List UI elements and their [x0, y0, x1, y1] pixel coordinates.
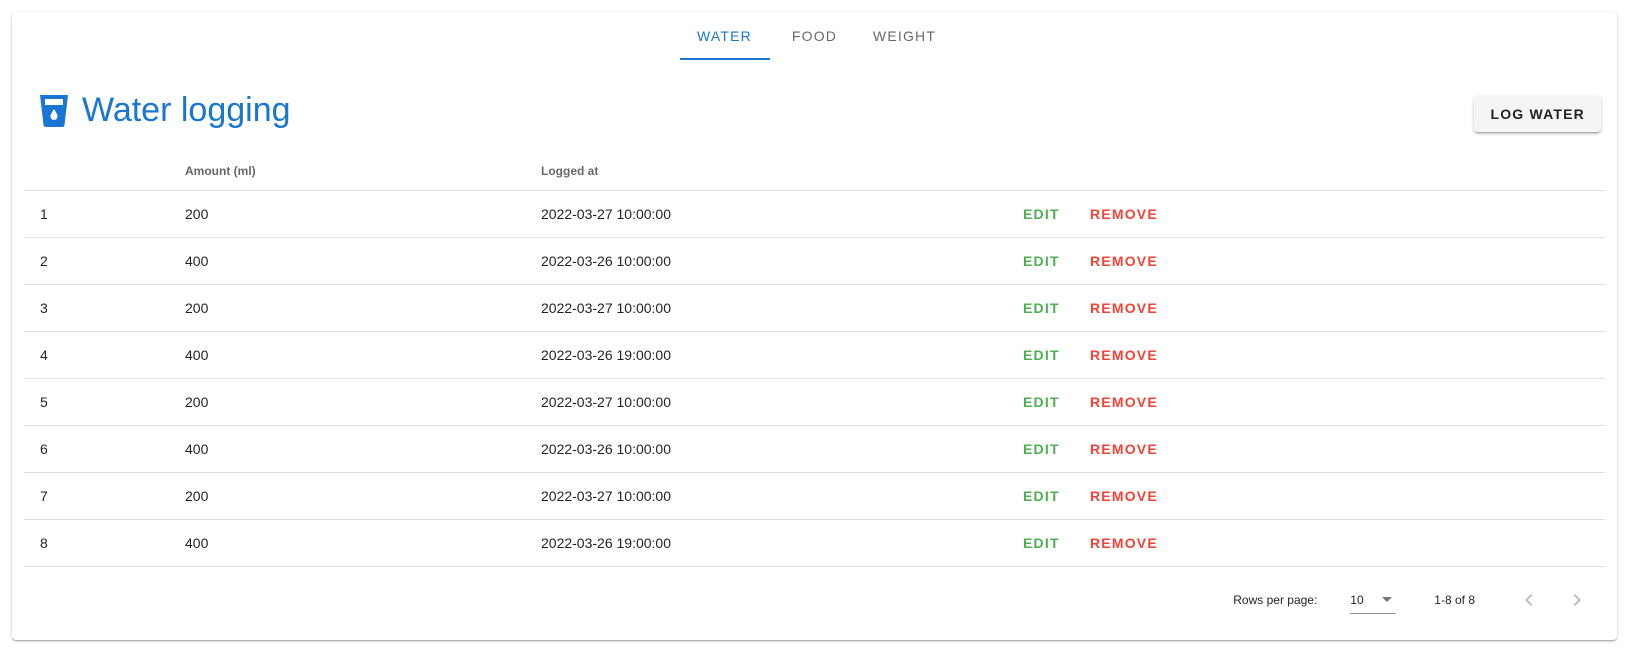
row-index: 3 — [40, 300, 48, 316]
previous-page-button[interactable] — [1505, 580, 1553, 620]
remove-button[interactable]: REMOVE — [1090, 206, 1158, 222]
page-range: 1-8 of 8 — [1434, 593, 1475, 607]
rows-per-page-label: Rows per page: — [1233, 593, 1318, 607]
edit-button[interactable]: EDIT — [1023, 535, 1090, 551]
row-index: 4 — [40, 347, 48, 363]
edit-button[interactable]: EDIT — [1023, 300, 1090, 316]
row-actions: EDIT REMOVE — [1023, 206, 1158, 222]
edit-button[interactable]: EDIT — [1023, 206, 1090, 222]
table-header-row: Amount (ml) Logged at — [24, 152, 1605, 191]
row-index: 8 — [40, 535, 48, 551]
table-row: 3 200 2022-03-27 10:00:00 EDIT REMOVE — [24, 285, 1605, 332]
row-actions: EDIT REMOVE — [1023, 394, 1158, 410]
row-index: 5 — [40, 394, 48, 410]
table-row: 8 400 2022-03-26 19:00:00 EDIT REMOVE — [24, 520, 1605, 567]
edit-button[interactable]: EDIT — [1023, 394, 1090, 410]
row-logged-at: 2022-03-26 19:00:00 — [541, 535, 671, 551]
remove-button[interactable]: REMOVE — [1090, 347, 1158, 363]
row-amount: 400 — [185, 441, 209, 457]
remove-button[interactable]: REMOVE — [1090, 300, 1158, 316]
row-amount: 200 — [185, 394, 209, 410]
row-index: 7 — [40, 488, 48, 504]
row-actions: EDIT REMOVE — [1023, 535, 1158, 551]
chevron-right-icon — [1573, 594, 1581, 606]
remove-button[interactable]: REMOVE — [1090, 488, 1158, 504]
row-logged-at: 2022-03-26 19:00:00 — [541, 347, 671, 363]
title-group: Water logging — [38, 90, 291, 130]
tab-weight[interactable]: WEIGHT — [860, 12, 950, 60]
edit-button[interactable]: EDIT — [1023, 488, 1090, 504]
tab-water[interactable]: WATER — [679, 12, 770, 60]
header-logged-at: Logged at — [541, 164, 599, 178]
row-logged-at: 2022-03-27 10:00:00 — [541, 300, 671, 316]
table-row: 6 400 2022-03-26 10:00:00 EDIT REMOVE — [24, 426, 1605, 473]
tab-food[interactable]: FOOD — [770, 12, 860, 60]
caret-down-icon — [1382, 597, 1393, 602]
rows-per-page-select[interactable]: 10 — [1350, 586, 1397, 614]
row-index: 1 — [40, 206, 48, 222]
table-pagination: Rows per page: 10 1-8 of 8 — [1233, 580, 1601, 620]
next-page-button[interactable] — [1553, 580, 1601, 620]
table-row: 5 200 2022-03-27 10:00:00 EDIT REMOVE — [24, 379, 1605, 426]
row-amount: 200 — [185, 300, 209, 316]
table-row: 2 400 2022-03-26 10:00:00 EDIT REMOVE — [24, 238, 1605, 285]
row-actions: EDIT REMOVE — [1023, 347, 1158, 363]
table-body: 1 200 2022-03-27 10:00:00 EDIT REMOVE 2 400 202… — [24, 191, 1605, 567]
row-logged-at: 2022-03-27 10:00:00 — [541, 488, 671, 504]
row-amount: 400 — [185, 535, 209, 551]
header-amount: Amount (ml) — [185, 164, 256, 178]
table-row: 4 400 2022-03-26 19:00:00 EDIT REMOVE — [24, 332, 1605, 379]
log-water-button[interactable]: LOG WATER — [1474, 96, 1601, 132]
edit-button[interactable]: EDIT — [1023, 441, 1090, 457]
page-header: Water logging LOG WATER — [38, 84, 1601, 140]
remove-button[interactable]: REMOVE — [1090, 535, 1158, 551]
row-index: 2 — [40, 253, 48, 269]
row-logged-at: 2022-03-26 10:00:00 — [541, 441, 671, 457]
row-amount: 200 — [185, 488, 209, 504]
row-amount: 400 — [185, 347, 209, 363]
row-logged-at: 2022-03-27 10:00:00 — [541, 206, 671, 222]
water-logging-card: WATER FOOD WEIGHT Water logging LOG WATE… — [12, 12, 1617, 640]
water-cup-icon — [38, 92, 70, 128]
table-row: 1 200 2022-03-27 10:00:00 EDIT REMOVE — [24, 191, 1605, 238]
rows-per-page-value: 10 — [1350, 592, 1364, 607]
tab-bar: WATER FOOD WEIGHT — [12, 12, 1617, 60]
row-actions: EDIT REMOVE — [1023, 488, 1158, 504]
row-amount: 400 — [185, 253, 209, 269]
water-log-table: Amount (ml) Logged at 1 200 2022-03-27 10:… — [24, 152, 1605, 567]
remove-button[interactable]: REMOVE — [1090, 253, 1158, 269]
remove-button[interactable]: REMOVE — [1090, 441, 1158, 457]
row-amount: 200 — [185, 206, 209, 222]
page-title: Water logging — [82, 91, 291, 129]
chevron-left-icon — [1525, 594, 1533, 606]
edit-button[interactable]: EDIT — [1023, 347, 1090, 363]
remove-button[interactable]: REMOVE — [1090, 394, 1158, 410]
row-index: 6 — [40, 441, 48, 457]
row-actions: EDIT REMOVE — [1023, 253, 1158, 269]
row-logged-at: 2022-03-26 10:00:00 — [541, 253, 671, 269]
table-row: 7 200 2022-03-27 10:00:00 EDIT REMOVE — [24, 473, 1605, 520]
row-logged-at: 2022-03-27 10:00:00 — [541, 394, 671, 410]
edit-button[interactable]: EDIT — [1023, 253, 1090, 269]
row-actions: EDIT REMOVE — [1023, 441, 1158, 457]
row-actions: EDIT REMOVE — [1023, 300, 1158, 316]
